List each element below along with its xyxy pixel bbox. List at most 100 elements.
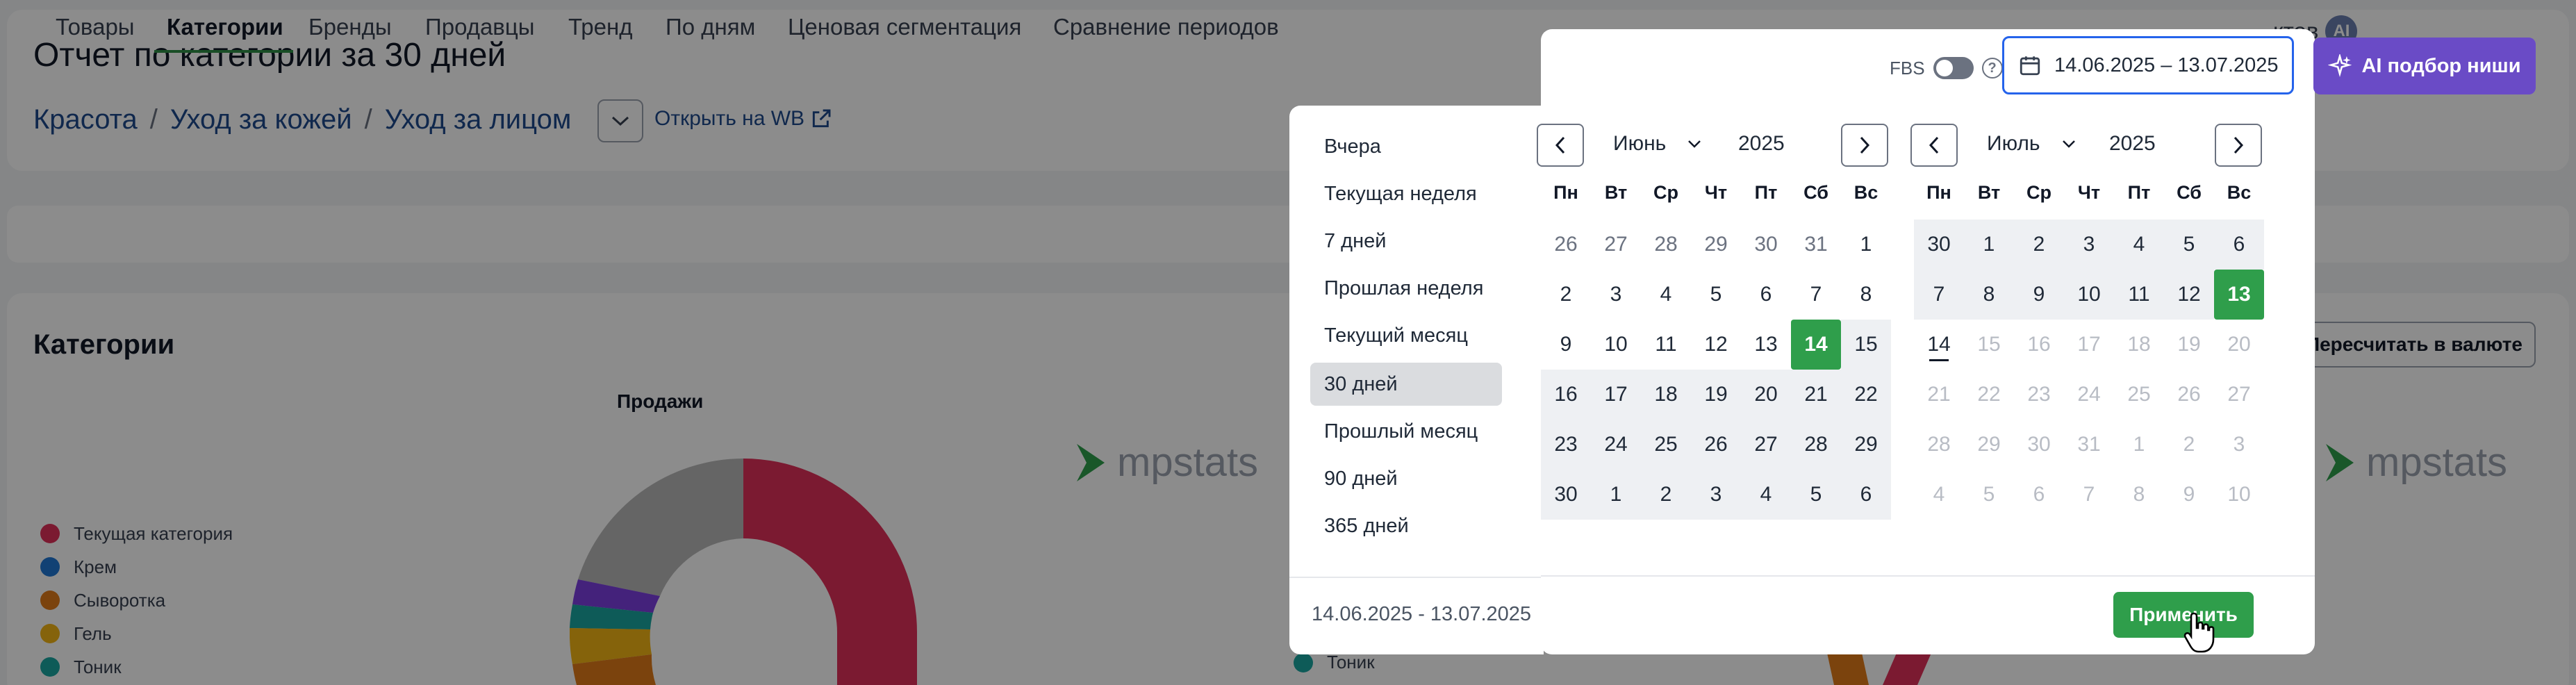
calendar-day[interactable]: 2: [2014, 220, 2064, 270]
calendar-day[interactable]: 30: [1541, 470, 1591, 520]
calendar-day[interactable]: 3: [1591, 270, 1641, 320]
calendar-day[interactable]: 2: [1641, 470, 1691, 520]
calendar-day: 19: [2177, 333, 2201, 356]
calendar-day[interactable]: 5: [2164, 220, 2214, 270]
preset-last-week[interactable]: Прошлая неделя: [1310, 267, 1502, 310]
calendar-day[interactable]: 8: [1841, 270, 1891, 320]
preset-yesterday[interactable]: Вчера: [1310, 125, 1502, 168]
weekday-header: Пт: [2127, 182, 2151, 203]
calendar-day[interactable]: 6: [1841, 470, 1891, 520]
calendar-day[interactable]: 12: [2164, 270, 2214, 320]
calendar-day[interactable]: 24: [1591, 420, 1641, 470]
chevron-down-icon: [1688, 140, 1701, 148]
calendar-day[interactable]: 27: [1591, 220, 1641, 270]
calendar-day[interactable]: 19: [1691, 370, 1741, 420]
calendar-day[interactable]: 23: [1541, 420, 1591, 470]
weekday-header: Вт: [1604, 182, 1628, 203]
calendar-day[interactable]: 6: [1741, 270, 1791, 320]
calendar-day: 7: [2083, 483, 2095, 506]
weekday-header: Чт: [1704, 182, 1728, 203]
calendar-day[interactable]: 7: [1791, 270, 1841, 320]
calendar-day[interactable]: 5: [1791, 470, 1841, 520]
calendar-day[interactable]: 14: [1914, 320, 1964, 370]
chevron-left-icon: [1929, 136, 1939, 154]
month-select-july[interactable]: Июль: [1987, 132, 2077, 156]
calendar-day[interactable]: 11: [2114, 270, 2164, 320]
preset-30-days[interactable]: 30 дней: [1310, 363, 1502, 406]
prev-month-button[interactable]: [1537, 124, 1584, 167]
prev-month-button[interactable]: [1910, 124, 1958, 167]
calendar-day: 27: [2227, 383, 2251, 406]
calendar-day[interactable]: 18: [1641, 370, 1691, 420]
calendar-day[interactable]: 10: [1591, 320, 1641, 370]
calendar-day[interactable]: 30: [1741, 220, 1791, 270]
calendar-day[interactable]: 28: [1791, 420, 1841, 470]
calendar-day[interactable]: 10: [2064, 270, 2114, 320]
fbs-toggle[interactable]: [1933, 57, 1974, 79]
calendar-day[interactable]: 12: [1691, 320, 1741, 370]
calendar-day: 25: [2127, 383, 2151, 406]
calendar-day: 29: [1977, 433, 2001, 456]
year-select-july[interactable]: 2025: [2109, 132, 2156, 156]
calendar-day[interactable]: 8: [1964, 270, 2014, 320]
preset-7-days[interactable]: 7 дней: [1310, 220, 1502, 263]
chevron-right-icon: [1860, 136, 1870, 154]
ai-button-label: AI подбор ниши: [2361, 54, 2521, 77]
calendar-day[interactable]: 28: [1641, 220, 1691, 270]
calendar-day[interactable]: 15: [1841, 320, 1891, 370]
next-month-button[interactable]: [1841, 124, 1888, 167]
next-month-button[interactable]: [2215, 124, 2262, 167]
help-icon[interactable]: ?: [1981, 58, 2003, 79]
calendar-day: 15: [1977, 333, 2001, 356]
calendar-day[interactable]: 3: [1691, 470, 1741, 520]
calendar-day[interactable]: 27: [1741, 420, 1791, 470]
calendar-day[interactable]: 16: [1541, 370, 1591, 420]
date-range-input[interactable]: 14.06.2025 – 13.07.2025: [2002, 36, 2294, 94]
calendar-day[interactable]: 29: [1691, 220, 1741, 270]
calendar-day[interactable]: 31: [1791, 220, 1841, 270]
ai-niche-selection-button[interactable]: AI подбор ниши: [2313, 38, 2536, 94]
calendar-day[interactable]: 1: [1591, 470, 1641, 520]
calendar-day[interactable]: 22: [1841, 370, 1891, 420]
calendar-day: 6: [2033, 483, 2045, 506]
calendar-day[interactable]: 26: [1691, 420, 1741, 470]
preset-current-month[interactable]: Текущий месяц: [1310, 314, 1502, 357]
calendar-day[interactable]: 3: [2064, 220, 2114, 270]
calendar-day[interactable]: 17: [1591, 370, 1641, 420]
calendar-day[interactable]: 1: [1841, 220, 1891, 270]
calendar-day[interactable]: 9: [2014, 270, 2064, 320]
weekday-header: Ср: [1653, 182, 1678, 203]
calendar-day[interactable]: 5: [1691, 270, 1741, 320]
calendar-day: 10: [2227, 483, 2251, 506]
calendar-day[interactable]: 4: [1741, 470, 1791, 520]
month-name: Июнь: [1613, 132, 1667, 155]
year-select-june[interactable]: 2025: [1738, 132, 1785, 156]
calendar-day[interactable]: 30: [1914, 220, 1964, 270]
calendar-day[interactable]: 9: [1541, 320, 1591, 370]
calendar-day: 20: [2227, 333, 2251, 356]
year-value: 2025: [2109, 132, 2156, 155]
calendar-day[interactable]: 20: [1741, 370, 1791, 420]
month-select-june[interactable]: Июнь: [1613, 132, 1702, 156]
preset-last-month[interactable]: Прошлый месяц: [1310, 410, 1502, 453]
calendar-day[interactable]: 1: [1964, 220, 2014, 270]
date-range-value: 14.06.2025 – 13.07.2025: [2054, 53, 2279, 76]
calendar-day[interactable]: 26: [1541, 220, 1591, 270]
calendar-day[interactable]: 2: [1541, 270, 1591, 320]
calendar-day[interactable]: 7: [1914, 270, 1964, 320]
selected-range-text: 14.06.2025 - 13.07.2025: [1312, 603, 1532, 625]
calendar-day-selected[interactable]: 14: [1791, 320, 1841, 370]
calendar-day: 16: [2027, 333, 2051, 356]
calendar-day-selected[interactable]: 13: [2214, 270, 2264, 320]
calendar-day[interactable]: 21: [1791, 370, 1841, 420]
calendar-day[interactable]: 13: [1741, 320, 1791, 370]
calendar-day[interactable]: 11: [1641, 320, 1691, 370]
preset-365-days[interactable]: 365 дней: [1310, 504, 1502, 547]
calendar-day[interactable]: 4: [1641, 270, 1691, 320]
calendar-day[interactable]: 4: [2114, 220, 2164, 270]
calendar-day[interactable]: 6: [2214, 220, 2264, 270]
preset-90-days[interactable]: 90 дней: [1310, 457, 1502, 500]
calendar-day[interactable]: 25: [1641, 420, 1691, 470]
preset-current-week[interactable]: Текущая неделя: [1310, 172, 1502, 215]
calendar-day[interactable]: 29: [1841, 420, 1891, 470]
